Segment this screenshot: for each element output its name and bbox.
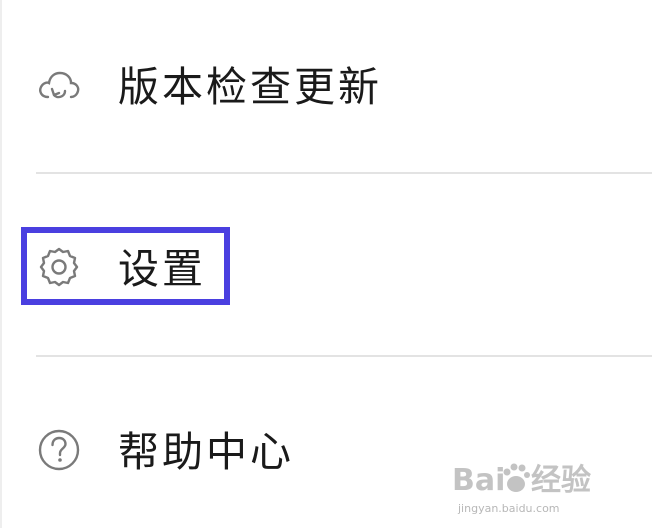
gear-icon (36, 244, 82, 290)
menu-item-label: 设置 (118, 245, 206, 293)
menu-item-settings[interactable]: 设置 (0, 222, 652, 312)
svg-text:Bai: Bai (452, 463, 505, 498)
menu-item-label: 版本检查更新 (118, 63, 382, 111)
divider (36, 355, 652, 357)
menu-item-version-check[interactable]: 版本检查更新 (0, 42, 652, 132)
watermark-url: jingyan.baidu.com (458, 502, 560, 515)
help-circle-icon (36, 427, 82, 473)
baidu-paw-logo: Bai 经验 (452, 463, 591, 498)
menu-item-label: 帮助中心 (118, 428, 294, 476)
baidu-jingyan-watermark: Bai 经验 jingyan.baidu.com (452, 456, 612, 516)
divider (36, 172, 652, 174)
settings-menu-screen: 版本检查更新 设置 帮助中心 Bai 经验 jingyan.baidu.com (0, 0, 652, 528)
cloud-refresh-icon (36, 64, 82, 110)
svg-text:经验: 经验 (531, 463, 591, 498)
